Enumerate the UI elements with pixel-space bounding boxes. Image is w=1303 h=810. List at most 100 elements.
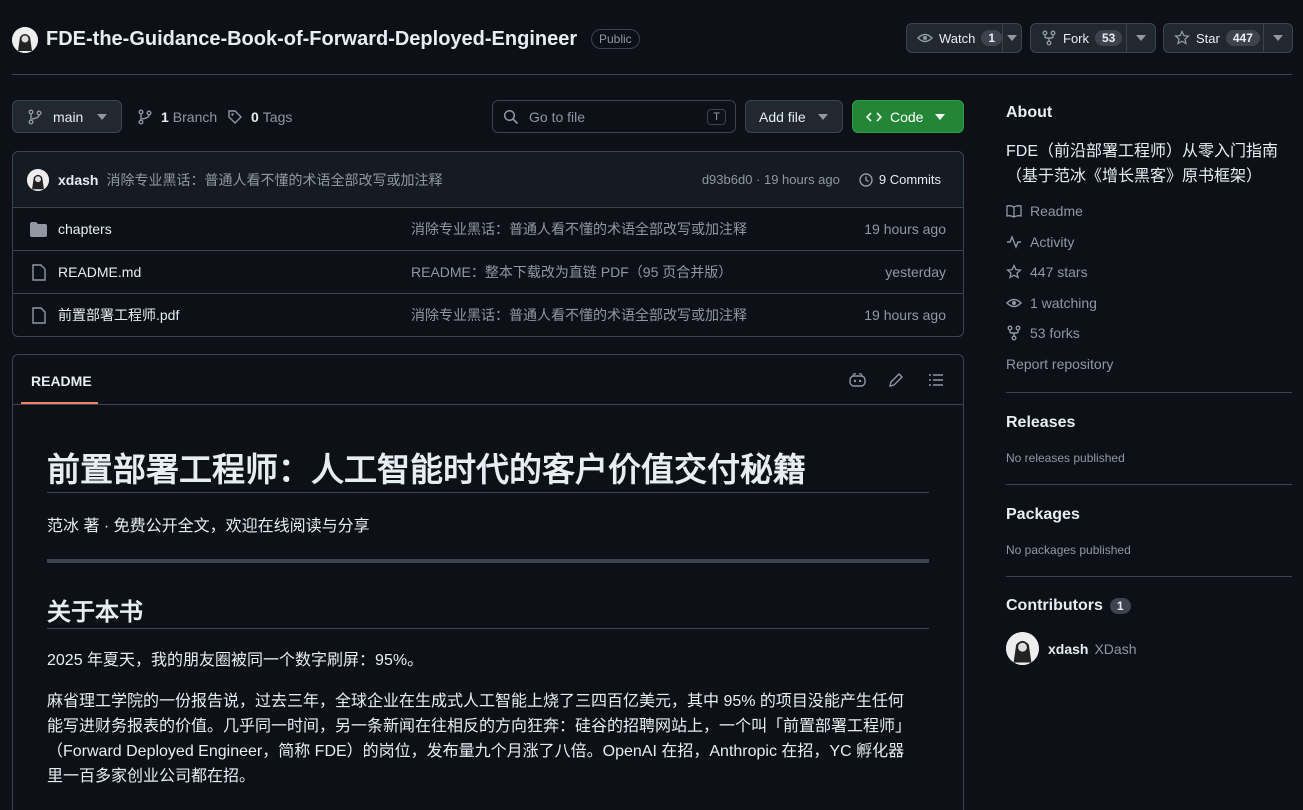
shortcut-key: T [707, 108, 726, 125]
star-count: 447 [1225, 30, 1260, 46]
branch-selector[interactable]: main [12, 100, 122, 133]
sidebar-divider [1006, 576, 1292, 577]
go-to-file-placeholder: Go to file [529, 108, 586, 125]
contributor-avatar[interactable] [1006, 632, 1039, 665]
stars-link[interactable]: 447 stars [1006, 264, 1088, 280]
star-icon [1174, 30, 1190, 46]
file-row[interactable]: chapters 消除专业黑话：普通人看不懂的术语全部改写或加注释 19 hou… [13, 207, 963, 250]
packages-empty: No packages published [1006, 543, 1131, 557]
add-file-button[interactable]: Add file [745, 100, 843, 133]
readme-link[interactable]: Readme [1006, 203, 1083, 219]
readme-title: 前置部署工程师：人工智能时代的客户价值交付秘籍 [47, 451, 806, 488]
file-commit-message[interactable]: 消除专业黑话：普通人看不懂的术语全部改写或加注释 [411, 219, 747, 239]
forks-link[interactable]: 53 forks [1006, 325, 1080, 341]
search-icon [503, 109, 519, 125]
releases-empty: No releases published [1006, 451, 1125, 465]
file-icon [32, 263, 46, 281]
file-name[interactable]: 前置部署工程师.pdf [58, 305, 179, 325]
code-button[interactable]: Code [852, 100, 964, 133]
owner-avatar[interactable] [12, 27, 38, 53]
branches-link[interactable]: 1 Branch [137, 109, 217, 125]
code-icon [866, 109, 882, 125]
releases-heading[interactable]: Releases [1006, 414, 1075, 432]
chevron-down-icon [935, 113, 946, 120]
commit-hash-time[interactable]: d93b6d0 · 19 hours ago [702, 172, 840, 187]
tags-link[interactable]: 0 Tags [227, 109, 292, 125]
fork-button[interactable]: Fork 53 [1030, 23, 1156, 53]
repo-name[interactable]: FDE-the-Guidance-Book-of-Forward-Deploye… [46, 28, 577, 51]
star-icon [1006, 264, 1030, 280]
file-commit-message[interactable]: 消除专业黑话：普通人看不懂的术语全部改写或加注释 [411, 305, 747, 325]
file-time: 19 hours ago [864, 307, 946, 323]
activity-link[interactable]: Activity [1006, 234, 1074, 250]
history-icon [858, 172, 874, 188]
readme-link-label: Readme [1030, 203, 1083, 219]
contributor-login[interactable]: xdash [1048, 641, 1088, 657]
file-time: yesterday [885, 264, 946, 280]
copilot-icon[interactable] [849, 372, 866, 388]
commits-link[interactable]: 9 Commits [879, 172, 941, 187]
sidebar-divider [1006, 484, 1292, 485]
contributor-name: XDash [1094, 640, 1137, 657]
branch-count: 1 [161, 109, 169, 125]
edit-icon[interactable] [888, 372, 904, 388]
file-icon [32, 306, 46, 324]
go-to-file-input[interactable]: Go to file T [492, 100, 736, 133]
watching-label: 1 watching [1030, 295, 1097, 311]
watching-link[interactable]: 1 watching [1006, 295, 1097, 311]
contributors-count: 1 [1109, 598, 1131, 614]
tag-count: 0 [251, 109, 259, 125]
readme-tab[interactable]: README [31, 373, 92, 389]
file-row[interactable]: 前置部署工程师.pdf 消除专业黑话：普通人看不懂的术语全部改写或加注释 19 … [13, 293, 963, 336]
contributor-item[interactable]: xdash XDash [1006, 632, 1137, 665]
contributors-title: Contributors [1006, 597, 1103, 614]
sidebar-divider [1006, 392, 1292, 393]
chevron-down-icon[interactable] [1264, 35, 1292, 41]
commit-message[interactable]: 消除专业黑话：普通人看不懂的术语全部改写或加注释 [106, 170, 442, 190]
header-divider [12, 74, 1292, 75]
commit-author[interactable]: xdash [58, 172, 98, 188]
git-branch-icon [137, 109, 153, 125]
chevron-down-icon [97, 113, 108, 120]
commit-author-avatar[interactable] [27, 168, 49, 191]
contributors-heading[interactable]: Contributors 1 [1006, 597, 1131, 615]
eye-icon [1006, 295, 1030, 311]
file-name[interactable]: chapters [58, 221, 112, 237]
file-name[interactable]: README.md [58, 264, 141, 280]
watch-label: Watch [939, 30, 976, 46]
readme-subtitle: 范冰 著 · 免费公开全文，欢迎在线阅读与分享 [47, 518, 370, 535]
about-heading: About [1006, 104, 1053, 121]
readme-paragraph: 麻省理工学院的一份报告说，过去三年，全球企业在生成式人工智能上烧了三四百亿美元，… [47, 693, 912, 785]
h1-divider [47, 492, 929, 493]
fork-label: Fork [1063, 30, 1089, 46]
readme-paragraph: 2025 年夏天，我的朋友圈被同一个数字刷屏：95%。 [47, 652, 424, 669]
star-button[interactable]: Star 447 [1163, 23, 1293, 53]
chevron-down-icon[interactable] [1003, 35, 1021, 41]
activity-label: Activity [1030, 234, 1075, 250]
file-commit-message[interactable]: README：整本下载改为直链 PDF（95 页合并版） [411, 262, 732, 282]
stars-label: 447 stars [1030, 264, 1088, 280]
code-label: Code [890, 108, 924, 125]
file-browser: xdash 消除专业黑话：普通人看不懂的术语全部改写或加注释 d93b6d0 ·… [12, 151, 964, 337]
fork-icon [1041, 30, 1057, 46]
pulse-icon [1006, 234, 1030, 250]
tag-icon [227, 109, 243, 125]
watch-count: 1 [981, 30, 1003, 46]
thematic-break [47, 559, 929, 563]
chevron-down-icon[interactable] [1127, 35, 1155, 41]
file-row[interactable]: README.md README：整本下载改为直链 PDF（95 页合并版） y… [13, 250, 963, 293]
report-link[interactable]: Report repository [1006, 356, 1113, 372]
chevron-down-icon [817, 113, 828, 120]
branch-name: main [53, 108, 84, 125]
packages-heading[interactable]: Packages [1006, 506, 1080, 524]
watch-button[interactable]: Watch 1 [906, 23, 1022, 53]
readme-header-divider [13, 404, 963, 405]
star-label: Star [1196, 30, 1220, 46]
latest-commit-bar: xdash 消除专业黑话：普通人看不懂的术语全部改写或加注释 d93b6d0 ·… [13, 152, 963, 207]
outline-icon[interactable] [928, 372, 944, 388]
forks-label: 53 forks [1030, 325, 1080, 341]
folder-icon [30, 221, 47, 237]
tag-label: Tags [262, 109, 293, 125]
h2-divider [47, 628, 929, 629]
about-description: FDE（前沿部署工程师）从零入门指南（基于范冰《增长黑客》原书框架） [1006, 143, 1279, 185]
